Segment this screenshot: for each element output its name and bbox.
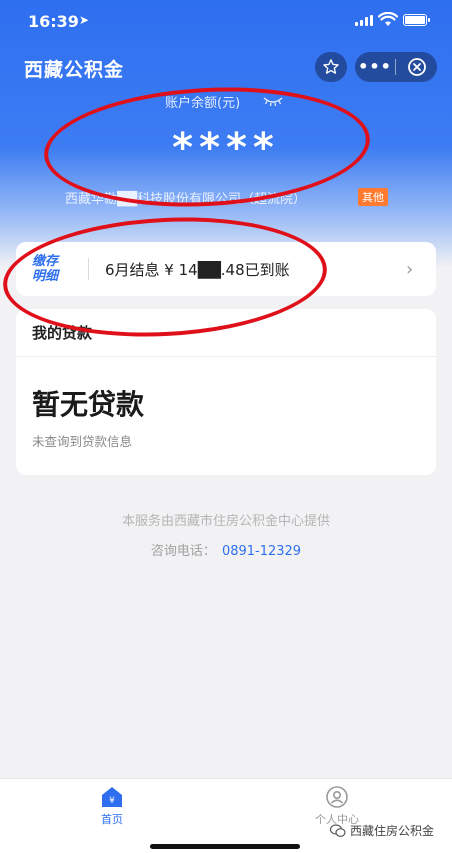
service-provider-text: 本服务由西藏市住房公积金中心提供	[121, 514, 330, 529]
consult-phone-line: 咨询电话： 0891-12329	[0, 540, 452, 559]
watermark-text: 西藏住房公积金	[350, 824, 435, 838]
wechat-watermark: 西藏住房公积金	[330, 822, 434, 839]
close-button[interactable]	[396, 57, 437, 77]
status-badge: 其他	[358, 188, 388, 206]
loan-subtitle: 未查询到贷款信息	[32, 434, 133, 449]
wifi-icon	[378, 12, 398, 26]
battery-icon	[403, 14, 430, 26]
home-indicator	[150, 844, 300, 849]
wechat-logo-icon	[330, 823, 346, 837]
bottom-tab-bar: ¥ 首页 个人中心	[0, 778, 452, 853]
mini-program-capsule: •••	[355, 52, 437, 82]
chevron-right-icon: ›	[406, 258, 414, 280]
close-icon	[407, 58, 426, 76]
more-button[interactable]: •••	[355, 52, 395, 82]
home-icon: ¥	[102, 787, 122, 807]
signal-icon	[355, 15, 373, 26]
phone-link[interactable]: 0891-12329	[222, 544, 301, 559]
loan-status: 暂无贷款	[32, 388, 145, 421]
location-icon: ➤	[79, 13, 90, 27]
tab-home[interactable]: ¥ 首页	[52, 785, 172, 827]
status-time: 16:39	[28, 12, 79, 31]
phone-label: 咨询电话：	[150, 544, 216, 559]
my-loan-card: 我的贷款 暂无贷款 未查询到贷款信息	[16, 309, 436, 475]
status-bar: 16:39 ➤	[0, 0, 452, 44]
tab-home-label: 首页	[101, 813, 123, 826]
svg-text:¥: ¥	[109, 796, 115, 806]
star-icon	[323, 59, 339, 74]
page-title: 西藏公积金	[24, 59, 125, 81]
favorite-button[interactable]	[315, 52, 347, 82]
user-circle-icon	[326, 786, 348, 808]
tab-profile[interactable]: 个人中心	[277, 785, 397, 827]
